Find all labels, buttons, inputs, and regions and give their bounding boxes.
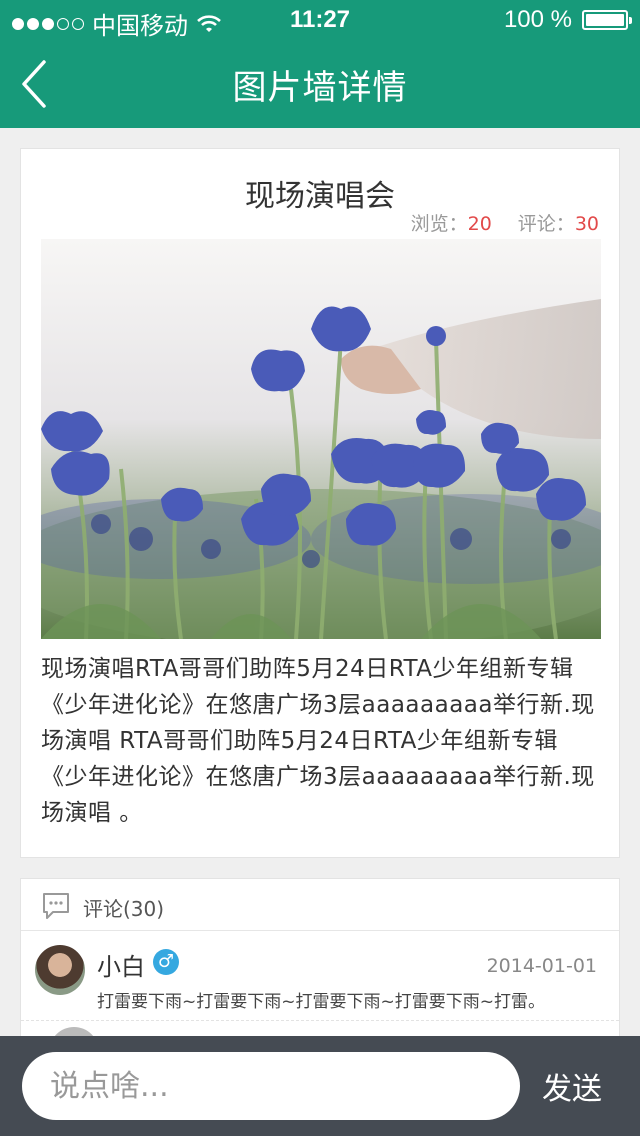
battery-percent: 100 % xyxy=(503,6,572,33)
page-title: 图片墙详情 xyxy=(232,68,408,108)
flowers-illustration xyxy=(41,239,601,639)
list-item: 小白 ♂ 2014-01-01 打雷要下雨~打雷要下雨~打雷要下雨~打雷要下雨~… xyxy=(21,931,619,1021)
comments-stat: 评论：30 xyxy=(518,209,599,236)
nav-bar: 图片墙详情 xyxy=(0,40,640,128)
send-button[interactable]: 发送 xyxy=(524,1052,620,1120)
post-stats: 浏览：20 评论：30 xyxy=(411,209,599,236)
comments-header-label: 评论(30) xyxy=(83,897,165,921)
views-count: 20 xyxy=(467,213,492,235)
post-description: 现场演唱RTA哥哥们助阵5月24日RTA少年组新专辑《少年进化论》在悠唐广场3层… xyxy=(41,656,595,826)
avatar[interactable] xyxy=(35,945,85,995)
male-icon: ♂ xyxy=(153,949,179,975)
comments-label: 评论： xyxy=(517,213,575,235)
views-label: 浏览： xyxy=(410,213,468,235)
comment-input-bar: 发送 xyxy=(0,1036,640,1136)
header: 中国移动 11:27 100 % 图片墙详情 xyxy=(0,0,640,128)
battery-icon xyxy=(582,10,632,30)
comments-header: 评论(30) xyxy=(21,879,619,931)
comment-text: 打雷要下雨~打雷要下雨~打雷要下雨~打雷要下雨~打雷。 xyxy=(97,992,545,1012)
comment-input[interactable] xyxy=(22,1052,520,1120)
status-bar: 中国移动 11:27 100 % xyxy=(0,0,640,40)
views-stat: 浏览：20 xyxy=(411,209,492,236)
status-right: 100 % xyxy=(503,6,632,34)
comment-date: 2014-01-01 xyxy=(486,955,597,977)
post-card: 现场演唱会 浏览：20 评论：30 现场演唱RTA哥哥们助阵5月24日RTA少年… xyxy=(20,148,620,858)
comments-count: 30 xyxy=(574,213,599,235)
commenter-name[interactable]: 小白 xyxy=(97,947,145,982)
post-photo[interactable] xyxy=(41,239,601,639)
comment-bubble-icon xyxy=(43,893,69,919)
